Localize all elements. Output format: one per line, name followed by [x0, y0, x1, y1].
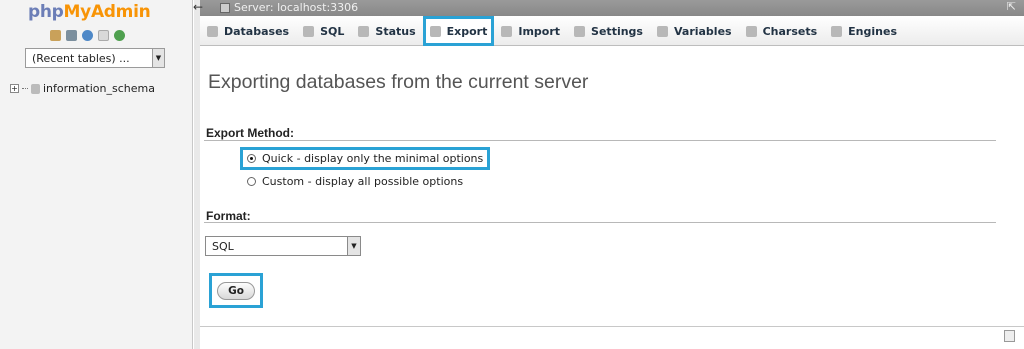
reload-icon[interactable] [114, 30, 125, 41]
tab-export[interactable]: Export [422, 16, 495, 46]
divider [204, 140, 996, 141]
divider [204, 222, 996, 223]
status-icon [358, 25, 370, 37]
main-tabs: Databases SQL Status Export Import Setti… [200, 16, 1024, 46]
tab-databases[interactable]: Databases [200, 16, 296, 46]
logo-php: php [28, 2, 64, 22]
phpmyadmin-logo[interactable]: phpMyAdmin [28, 2, 151, 22]
chevron-down-icon[interactable]: ▼ [347, 237, 360, 255]
collapse-icon[interactable]: ⇱ [1007, 0, 1016, 13]
tree-connector [22, 88, 28, 89]
format-select[interactable]: SQL ▼ [205, 236, 361, 256]
tab-label: Charsets [762, 24, 818, 38]
expand-icon[interactable]: + [10, 84, 19, 93]
format-value: SQL [212, 240, 234, 253]
page-title: Exporting databases from the current ser… [208, 71, 589, 93]
chevron-down-icon[interactable]: ▼ [152, 49, 164, 67]
console-icon[interactable] [1004, 330, 1015, 342]
tab-sql[interactable]: SQL [296, 16, 351, 46]
radio-button[interactable] [247, 177, 256, 186]
exit-icon[interactable] [66, 30, 77, 41]
tab-label: Settings [591, 24, 643, 38]
tree-item-label[interactable]: information_schema [43, 82, 155, 95]
charsets-icon [745, 25, 757, 37]
home-icon[interactable] [50, 30, 61, 41]
server-icon [220, 2, 230, 13]
tab-engines[interactable]: Engines [824, 16, 904, 46]
engines-icon [831, 25, 843, 37]
tab-label: Variables [673, 24, 732, 38]
tab-import[interactable]: Import [494, 16, 567, 46]
tab-label: Export [446, 24, 488, 38]
tab-label: SQL [320, 24, 345, 38]
divider [200, 326, 1024, 327]
settings-icon [574, 25, 586, 37]
sql-icon [303, 25, 315, 37]
help-icon[interactable] [82, 30, 93, 41]
tab-charsets[interactable]: Charsets [739, 16, 825, 46]
tab-label: Engines [848, 24, 898, 38]
main-content: Exporting databases from the current ser… [200, 46, 1024, 349]
go-button-highlight: Go [209, 273, 263, 308]
export-method-label: Export Method: [206, 126, 294, 140]
breadcrumb[interactable]: Server: localhost:3306 [220, 1, 358, 14]
tab-status[interactable]: Status [351, 16, 422, 46]
server-label[interactable]: Server: localhost:3306 [234, 1, 358, 14]
docs-icon[interactable] [98, 30, 109, 41]
recent-tables-value: (Recent tables) ... [32, 52, 130, 65]
radio-quick-label[interactable]: Quick - display only the minimal options [262, 152, 483, 165]
tab-label: Databases [224, 24, 290, 38]
tree-item-information-schema[interactable]: + information_schema [10, 82, 155, 95]
tab-settings[interactable]: Settings [567, 16, 650, 46]
format-label: Format: [206, 209, 251, 223]
back-icon[interactable]: ← [193, 0, 207, 14]
databases-icon [207, 25, 218, 37]
tab-variables[interactable]: Variables [650, 16, 739, 46]
go-button[interactable]: Go [217, 282, 255, 300]
logo-admin: Admin [90, 2, 151, 22]
database-icon [31, 83, 40, 94]
tab-label: Import [518, 24, 561, 38]
navigation-panel: phpMyAdmin (Recent tables) ... ▼ + infor… [0, 0, 193, 349]
logo-my: My [63, 2, 92, 22]
radio-custom[interactable]: Custom - display all possible options [243, 173, 467, 190]
quick-icons [50, 30, 125, 41]
import-icon [501, 25, 513, 37]
export-icon [429, 25, 441, 37]
variables-icon [656, 25, 668, 37]
recent-tables-select[interactable]: (Recent tables) ... ▼ [25, 48, 165, 68]
server-breadcrumb-bar: ← Server: localhost:3306 ⇱ [193, 0, 1024, 16]
radio-quick[interactable]: Quick - display only the minimal options [239, 147, 491, 170]
tab-label: Status [375, 24, 416, 38]
radio-button-selected[interactable] [247, 154, 256, 163]
radio-custom-label[interactable]: Custom - display all possible options [262, 175, 463, 188]
